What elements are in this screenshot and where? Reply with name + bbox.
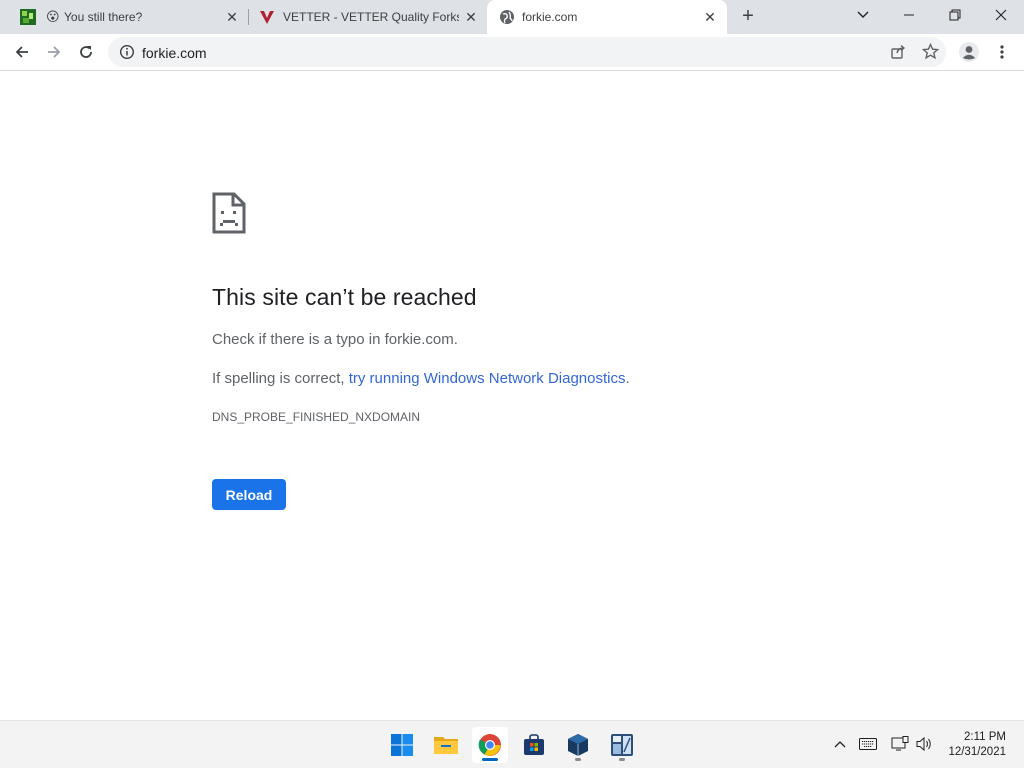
back-button[interactable] xyxy=(9,39,35,65)
network-icon xyxy=(891,736,909,751)
reload-icon xyxy=(80,46,92,58)
file-explorer-icon xyxy=(434,737,458,754)
globe-icon xyxy=(500,10,514,24)
reload-button[interactable]: Reload xyxy=(212,479,286,510)
store-button[interactable] xyxy=(516,727,552,763)
tab-title: forkie.com xyxy=(522,10,578,24)
network-diagnostics-link[interactable]: try running Windows Network Diagnostics xyxy=(349,370,626,387)
running-indicator xyxy=(575,758,581,761)
minimize-button[interactable] xyxy=(886,0,932,30)
virtualbox-button[interactable] xyxy=(560,727,596,763)
diagnostics-hint: If spelling is correct, try running Wind… xyxy=(212,370,630,387)
clock-time: 2:11 PM xyxy=(964,731,1006,743)
forward-button[interactable] xyxy=(41,39,67,65)
file-explorer-button[interactable] xyxy=(428,727,464,763)
error-heading: This site can’t be reached xyxy=(212,284,477,310)
tab-search-button[interactable] xyxy=(840,0,886,30)
chevron-down-icon xyxy=(857,11,869,18)
close-icon xyxy=(995,9,1007,21)
running-indicator xyxy=(619,758,625,761)
system-clock[interactable]: 2:11 PM 12/31/2021 xyxy=(948,730,1006,760)
page-content: This site can’t be reached Check if ther… xyxy=(0,72,1024,744)
diagnostics-suffix: . xyxy=(625,370,630,387)
store-icon xyxy=(524,734,544,755)
chrome-taskbar-button[interactable] xyxy=(472,727,508,763)
vetter-icon xyxy=(260,11,274,24)
tab-title: You still there? xyxy=(64,10,143,24)
more-vert-icon xyxy=(1000,45,1004,59)
clock-date: 12/31/2021 xyxy=(948,746,1006,758)
browser-toolbar: forkie.com xyxy=(0,34,1024,71)
close-tab-icon[interactable]: ✕ xyxy=(224,9,240,25)
diagnostics-prefix: If spelling is correct, xyxy=(212,370,349,387)
new-tab-button[interactable]: + xyxy=(738,6,758,26)
reload-toolbar-button[interactable] xyxy=(73,39,99,65)
start-button[interactable] xyxy=(384,727,420,763)
sad-document-icon xyxy=(212,192,246,234)
volume-button[interactable] xyxy=(913,733,935,755)
tab-you-still-there[interactable]: 😮 You still there? ✕ xyxy=(8,0,248,34)
keyboard-button[interactable] xyxy=(857,733,879,755)
start-icon xyxy=(391,734,413,756)
network-button[interactable] xyxy=(889,733,911,755)
show-hidden-icons-button[interactable] xyxy=(829,733,851,755)
close-tab-icon[interactable]: ✕ xyxy=(702,9,718,25)
tab-forkie[interactable]: forkie.com ✕ xyxy=(487,0,727,34)
running-indicator xyxy=(482,758,498,761)
minimize-icon xyxy=(904,14,914,16)
chevron-up-icon xyxy=(834,741,846,748)
address-bar[interactable]: forkie.com xyxy=(108,37,946,67)
arrow-right-icon xyxy=(48,46,61,58)
keyboard-icon xyxy=(859,738,877,750)
close-window-button[interactable] xyxy=(978,0,1024,30)
profile-button[interactable] xyxy=(956,39,982,65)
star-icon[interactable] xyxy=(922,43,939,60)
calculator-app-icon xyxy=(611,734,633,756)
url-text: forkie.com xyxy=(142,45,207,61)
restore-button[interactable] xyxy=(932,0,978,30)
typo-hint: Check if there is a typo in forkie.com. xyxy=(212,331,458,348)
share-icon[interactable] xyxy=(890,44,906,60)
arrow-left-icon xyxy=(15,46,28,58)
tab-title: VETTER - VETTER Quality Forks fo xyxy=(283,10,459,24)
avatar-icon xyxy=(959,42,979,62)
app-button[interactable] xyxy=(604,727,640,763)
chrome-icon xyxy=(478,734,501,756)
error-code: DNS_PROBE_FINISHED_NXDOMAIN xyxy=(212,410,421,424)
close-tab-icon[interactable]: ✕ xyxy=(463,9,479,25)
tab-vetter[interactable]: VETTER - VETTER Quality Forks fo ✕ xyxy=(249,0,487,34)
restore-icon xyxy=(949,9,961,21)
emoji-icon: 😮 xyxy=(46,9,60,24)
info-icon[interactable] xyxy=(119,44,135,60)
menu-button[interactable] xyxy=(989,39,1015,65)
game-icon xyxy=(20,9,36,25)
taskbar: 2:11 PM 12/31/2021 xyxy=(0,720,1024,768)
virtualbox-icon xyxy=(568,734,588,756)
speaker-icon xyxy=(916,736,931,752)
tab-strip: 😮 You still there? ✕ VETTER - VETTER Qua… xyxy=(0,0,1024,34)
